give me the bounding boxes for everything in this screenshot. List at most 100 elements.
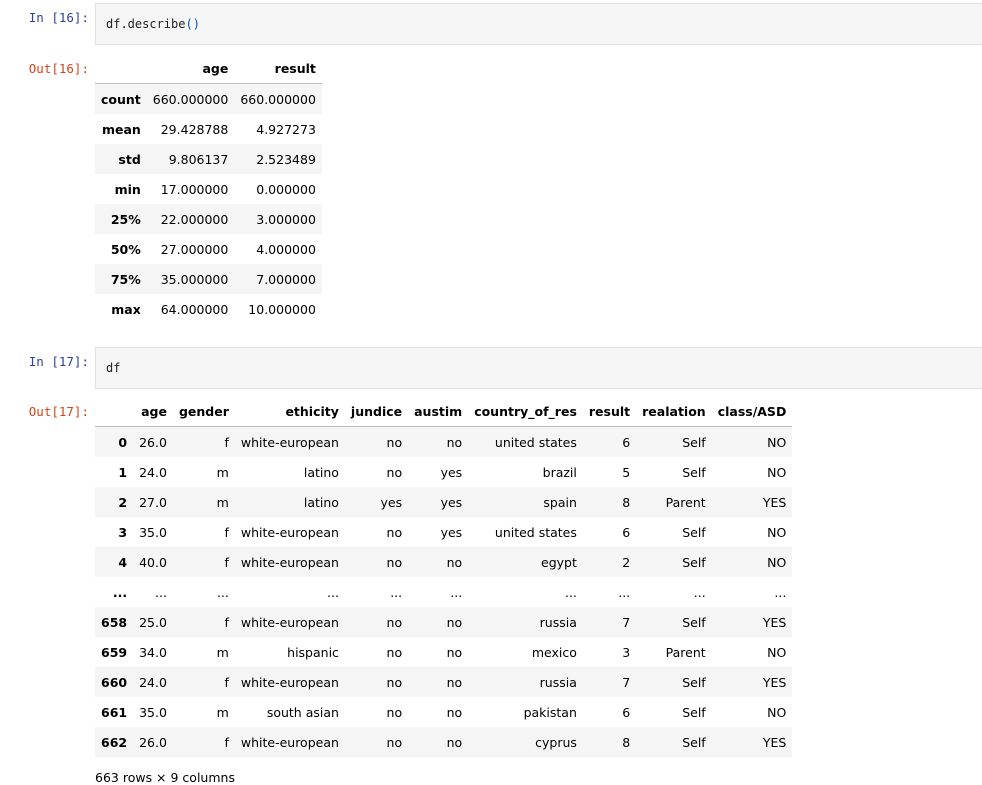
table-cell: 4.000000 xyxy=(256,241,316,257)
table-cell: NO xyxy=(767,644,787,660)
table-cell: no xyxy=(386,674,403,690)
table-cell: 0.000000 xyxy=(256,181,316,197)
output-prompt-17: Out[17]: xyxy=(28,404,89,419)
table-header-row: age result xyxy=(95,54,322,84)
table-cell: yes xyxy=(440,494,463,510)
row-index: 1 xyxy=(118,464,128,480)
table-cell: no xyxy=(446,704,463,720)
table-cell: yes xyxy=(440,464,463,480)
table-cell: YES xyxy=(762,674,787,690)
table-cell: no xyxy=(446,554,463,570)
table-cell: 2 xyxy=(622,554,631,570)
table-cell: 26.0 xyxy=(139,434,167,450)
table-row: 25% 22.000000 3.000000 xyxy=(95,204,322,234)
code-cell-17[interactable]: df xyxy=(95,347,982,389)
table-cell: Parent xyxy=(665,494,706,510)
row-index: 3 xyxy=(118,524,128,540)
table-cell: white-european xyxy=(240,734,339,750)
table-cell: Self xyxy=(682,734,706,750)
table-cell: f xyxy=(224,674,229,690)
table-row: max 64.000000 10.000000 xyxy=(95,294,322,324)
table-cell: f xyxy=(224,434,229,450)
table-cell: 5 xyxy=(622,464,631,480)
table-cell: white-european xyxy=(240,524,339,540)
table-cell: 34.0 xyxy=(139,644,167,660)
table-cell: f xyxy=(224,554,229,570)
column-header: austim xyxy=(408,397,469,427)
table-cell: hispanic xyxy=(287,644,339,660)
table-cell: russia xyxy=(539,674,577,690)
table-cell: NO xyxy=(767,434,787,450)
table-cell: f xyxy=(224,524,229,540)
table-cell: 3 xyxy=(622,644,631,660)
table-cell: south asian xyxy=(266,704,339,720)
table-cell: 27.000000 xyxy=(160,241,229,257)
row-index: count xyxy=(101,91,141,107)
table-cell: 9.806137 xyxy=(168,151,229,167)
table-cell: YES xyxy=(762,494,787,510)
row-index: 50% xyxy=(110,241,141,257)
table-cell: 17.000000 xyxy=(160,181,229,197)
column-header: class/ASD xyxy=(711,397,793,427)
table-cell: white-european xyxy=(240,674,339,690)
table-cell: 8 xyxy=(622,494,631,510)
column-header: country_of_res xyxy=(468,397,583,427)
describe-table: age result count 660.000000 660.000000 mean 2… xyxy=(95,54,322,324)
table-cell: no xyxy=(446,674,463,690)
table-cell: ... xyxy=(693,584,706,600)
table-cell: no xyxy=(386,434,403,450)
dataframe-table: age gender ethicity jundice austim country_of… xyxy=(95,397,793,757)
table-cell: 22.000000 xyxy=(160,211,229,227)
table-cell: 64.000000 xyxy=(160,301,229,317)
column-header: gender xyxy=(172,397,235,427)
row-index: 658 xyxy=(101,614,128,630)
code-text: df.describe xyxy=(106,17,186,31)
table-cell: no xyxy=(386,734,403,750)
table-cell: 35.0 xyxy=(139,524,167,540)
table-cell: 7.000000 xyxy=(256,271,316,287)
table-cell: ... xyxy=(155,584,167,600)
code-editor-17[interactable]: df xyxy=(106,361,120,375)
table-row: 1 24.0 m latino no yes brazil 5 Self NO xyxy=(95,457,793,487)
row-index: 0 xyxy=(118,434,128,450)
row-index: 75% xyxy=(110,271,141,287)
row-index: min xyxy=(114,181,141,197)
table-row: 75% 35.000000 7.000000 xyxy=(95,264,322,294)
table-cell: m xyxy=(216,494,229,510)
table-cell: white-european xyxy=(240,434,339,450)
table-cell: 6 xyxy=(622,524,631,540)
row-index: 662 xyxy=(101,734,128,750)
table-cell: 27.0 xyxy=(139,494,167,510)
table-row: mean 29.428788 4.927273 xyxy=(95,114,322,144)
code-cell-16[interactable]: df.describe() xyxy=(95,3,982,45)
table-cell: ... xyxy=(618,584,631,600)
table-cell: no xyxy=(386,464,403,480)
table-cell: 10.000000 xyxy=(248,301,316,317)
table-cell: 26.0 xyxy=(139,734,167,750)
table-cell: spain xyxy=(543,494,577,510)
table-cell: yes xyxy=(440,524,463,540)
table-cell: ... xyxy=(450,584,463,600)
table-cell: mexico xyxy=(531,644,577,660)
table-row: 661 35.0 m south asian no no pakistan 6 Self NO xyxy=(95,697,793,727)
table-cell: 7 xyxy=(622,614,631,630)
index-header xyxy=(95,397,134,427)
output-prompt-16: Out[16]: xyxy=(28,61,89,76)
table-cell: Self xyxy=(682,674,706,690)
row-index: mean xyxy=(101,121,141,137)
index-header xyxy=(95,54,147,84)
table-cell: 660.000000 xyxy=(240,91,316,107)
table-cell: YES xyxy=(762,734,787,750)
column-header: result xyxy=(582,397,637,427)
table-cell: Self xyxy=(682,434,706,450)
table-cell: ... xyxy=(564,584,577,600)
column-header: age xyxy=(146,54,235,84)
table-cell: Parent xyxy=(665,644,706,660)
code-editor-16[interactable]: df.describe() xyxy=(106,17,200,31)
table-row: std 9.806137 2.523489 xyxy=(95,144,322,174)
table-body: 0 26.0 f white-european no no united states 6 Se… xyxy=(95,426,793,757)
table-cell: 24.0 xyxy=(139,464,167,480)
table-row: 2 27.0 m latino yes yes spain 8 Parent YES xyxy=(95,487,793,517)
table-cell: 25.0 xyxy=(139,614,167,630)
row-index: 661 xyxy=(101,704,128,720)
